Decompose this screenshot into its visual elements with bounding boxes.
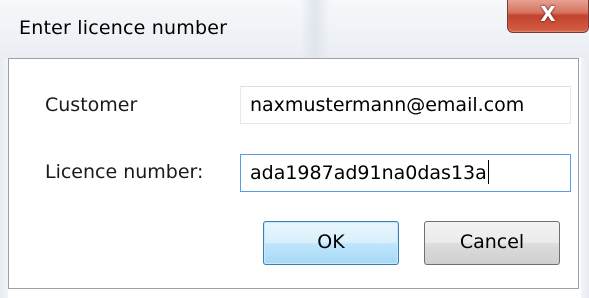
window-frame-right [581, 58, 589, 298]
ok-button[interactable]: OK [263, 221, 399, 265]
close-icon: X [540, 2, 556, 26]
text-caret [487, 159, 489, 184]
customer-label: Customer [45, 94, 138, 116]
window-frame-left [0, 58, 8, 298]
close-button[interactable]: X [507, 0, 589, 33]
dialog-title: Enter licence number [19, 17, 228, 39]
title-bar[interactable]: Enter licence number X [0, 0, 589, 58]
licence-number-label: Licence number: [45, 161, 204, 183]
customer-value: naxmustermann@email.com [250, 94, 525, 116]
licence-number-value: ada1987ad91na0das13a [250, 162, 487, 184]
licence-dialog: Enter licence number X Customer naxmuste… [0, 0, 589, 298]
licence-number-field[interactable]: ada1987ad91na0das13a [240, 154, 571, 192]
cancel-button[interactable]: Cancel [424, 221, 560, 265]
customer-field[interactable]: naxmustermann@email.com [240, 86, 571, 124]
title-bar-shading [300, 0, 330, 58]
dialog-content: Customer naxmustermann@email.com Licence… [8, 58, 579, 289]
